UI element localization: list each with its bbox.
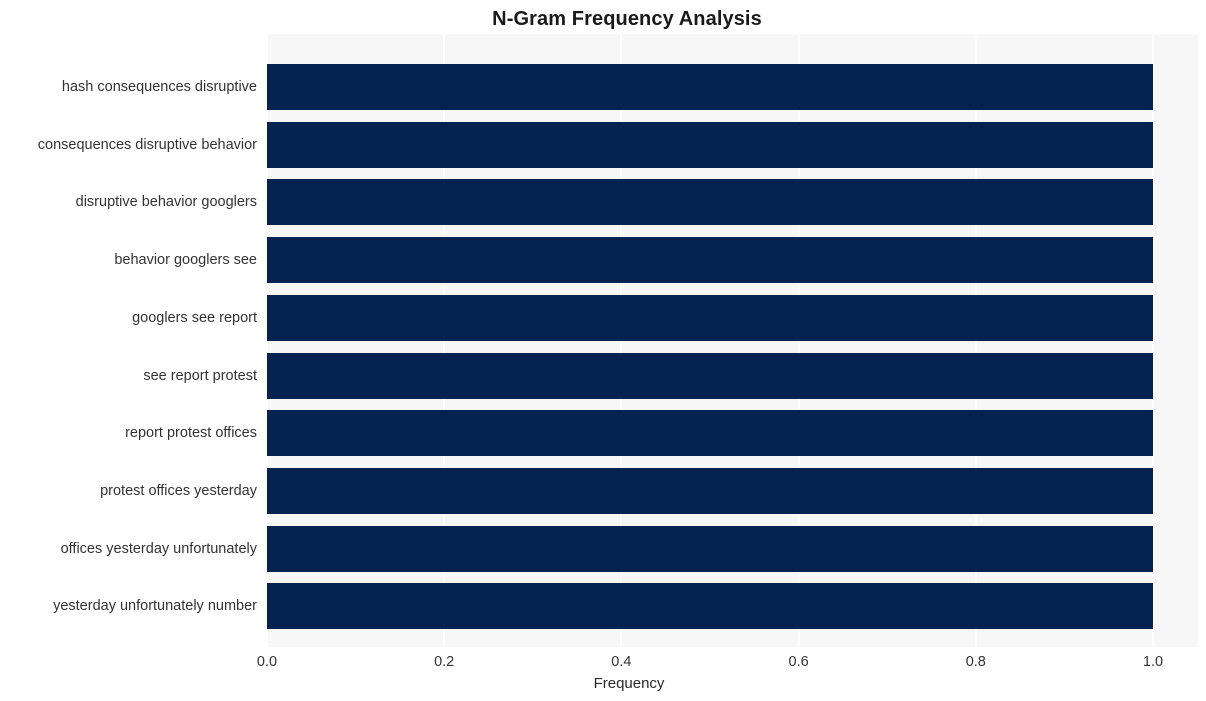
plot-area <box>267 34 1198 647</box>
bar <box>267 352 1153 399</box>
bar-row <box>267 64 1198 110</box>
bar <box>267 294 1153 341</box>
bar-row <box>267 237 1198 284</box>
y-axis-tick-label: offices yesterday unfortunately <box>60 540 257 557</box>
y-axis-tick-label: googlers see report <box>132 309 257 326</box>
x-axis-tick-label: 0.6 <box>788 654 809 670</box>
y-axis-tick-label: hash consequences disruptive <box>61 79 257 95</box>
bar-row <box>267 467 1198 514</box>
y-axis-tick-label: report protest offices <box>125 425 257 442</box>
bar-row <box>267 352 1198 399</box>
bar-row <box>267 583 1198 630</box>
bar-row <box>267 121 1198 168</box>
bar-row <box>267 294 1198 341</box>
y-axis-tick-label: see report protest <box>143 367 257 384</box>
bar-row <box>267 179 1198 226</box>
y-axis-tick-label: disruptive behavior googlers <box>75 194 257 211</box>
chart-title-text: N-Gram Frequency Analysis <box>492 8 762 30</box>
bar-row <box>267 525 1198 572</box>
x-axis-tick-labels: 0.0 0.2 0.4 0.6 0.8 1.0 <box>0 652 1206 674</box>
bar <box>267 525 1153 572</box>
x-axis-title: Frequency <box>0 674 1206 694</box>
bar <box>267 410 1153 457</box>
y-axis-tick-label: protest offices yesterday <box>100 482 257 499</box>
y-axis-tick-labels: hash consequences disruptive consequences… <box>0 34 257 647</box>
x-axis-tick-label: 0.0 <box>256 654 278 670</box>
x-axis-tick-label: 1.0 <box>1142 654 1164 670</box>
y-axis-tick-label: behavior googlers see <box>114 252 257 269</box>
chart-title: N-Gram Frequency Analysis <box>0 6 1206 32</box>
y-axis-tick-label: consequences disruptive behavior <box>37 136 257 153</box>
ngram-frequency-bar-chart: N-Gram Frequency Analysis hash consequen… <box>0 0 1206 701</box>
x-axis-title-text: Frequency <box>593 675 665 692</box>
bar <box>267 179 1153 226</box>
bar-row <box>267 410 1198 457</box>
x-axis-tick-label: 0.2 <box>434 654 455 670</box>
bar <box>267 237 1153 284</box>
bar <box>267 467 1153 514</box>
x-axis-tick-label: 0.8 <box>965 654 986 670</box>
bar <box>267 121 1153 168</box>
bar <box>267 583 1153 630</box>
y-axis-tick-label: yesterday unfortunately number <box>53 598 257 615</box>
x-axis-tick-label: 0.4 <box>611 654 632 670</box>
bar <box>267 64 1153 110</box>
